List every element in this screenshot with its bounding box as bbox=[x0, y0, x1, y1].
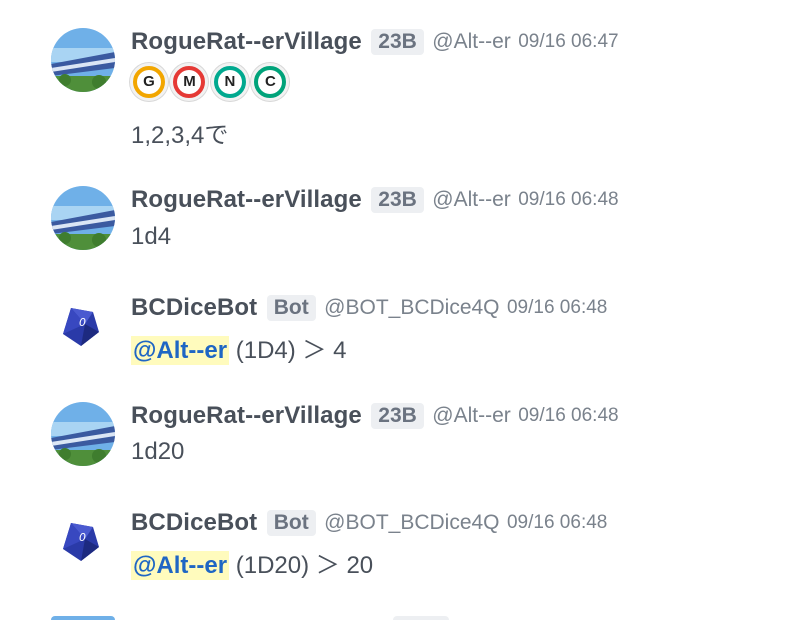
message-header: BCDiceBot Bot @BOT_BCDice4Q 09/16 06:48 bbox=[131, 509, 607, 541]
message-text: @Alt--er (1D20) ＞ 20 bbox=[131, 545, 373, 580]
timestamp: 09/16 06:48 bbox=[518, 189, 619, 210]
stamp-n[interactable]: N bbox=[210, 63, 249, 101]
user-mention[interactable]: @Alt--er bbox=[131, 551, 230, 580]
author-name[interactable]: BCDiceBot bbox=[131, 294, 257, 321]
message-text: 1d4 bbox=[131, 223, 172, 250]
user-avatar[interactable] bbox=[51, 402, 115, 466]
author-name[interactable]: RogueRat--erVillage bbox=[131, 402, 362, 429]
tag-partial bbox=[393, 616, 449, 620]
stamp-g[interactable]: G bbox=[130, 63, 168, 101]
dice-icon: 0 bbox=[63, 523, 99, 561]
stamp-m-letter: M bbox=[177, 70, 202, 94]
grade-tag: 23B bbox=[371, 29, 424, 55]
message-header: RogueRat--erVillage 23B @Alt--er 09/16 0… bbox=[131, 402, 619, 434]
dice-result: (1D20) ＞ 20 bbox=[229, 552, 374, 579]
svg-text:0: 0 bbox=[79, 531, 86, 544]
author-name[interactable]: BCDiceBot bbox=[131, 509, 257, 536]
user-avatar[interactable] bbox=[51, 186, 115, 250]
grade-tag: 23B bbox=[371, 187, 424, 213]
stamp-c-letter: C bbox=[258, 70, 283, 94]
user-avatar[interactable] bbox=[51, 28, 115, 92]
message-header: RogueRat--erVillage 23B @Alt--er 09/16 0… bbox=[131, 28, 619, 60]
author-handle[interactable]: @BOT_BCDice4Q bbox=[324, 296, 499, 319]
user-mention[interactable]: @Alt--er bbox=[131, 336, 230, 365]
timestamp: 09/16 06:48 bbox=[506, 512, 608, 533]
svg-text:0: 0 bbox=[79, 316, 86, 329]
stamp-n-letter: N bbox=[217, 70, 242, 94]
stamp-m[interactable]: M bbox=[170, 63, 209, 101]
bot-tag: Bot bbox=[266, 510, 316, 536]
grade-tag: 23B bbox=[371, 403, 424, 429]
station-avatar-image bbox=[51, 28, 115, 92]
stamp-c[interactable]: C bbox=[251, 63, 290, 101]
author-handle[interactable]: @Alt--er bbox=[432, 188, 510, 211]
message-text: 1d20 bbox=[131, 438, 185, 465]
author-handle[interactable]: @Alt--er bbox=[432, 30, 510, 53]
bot-avatar[interactable]: 0 bbox=[51, 509, 115, 573]
dice-icon: 0 bbox=[63, 308, 99, 346]
stamp-row: G M N C bbox=[130, 63, 290, 103]
station-avatar-image bbox=[51, 186, 115, 250]
bot-tag: Bot bbox=[266, 295, 316, 321]
author-handle[interactable]: @BOT_BCDice4Q bbox=[324, 511, 499, 534]
message-header: RogueRat--erVillage 23B @Alt--er 09/16 0… bbox=[131, 186, 619, 218]
user-avatar[interactable] bbox=[51, 616, 115, 620]
station-avatar-image bbox=[51, 402, 115, 466]
timestamp: 09/16 06:48 bbox=[518, 405, 619, 426]
message-header: BCDiceBot Bot @BOT_BCDice4Q 09/16 06:48 bbox=[131, 294, 607, 326]
author-name[interactable]: RogueRat--erVillage bbox=[131, 28, 362, 55]
timestamp: 09/16 06:48 bbox=[506, 297, 608, 318]
stamp-g-letter: G bbox=[137, 70, 161, 94]
author-handle[interactable]: @Alt--er bbox=[432, 404, 510, 427]
bot-avatar[interactable]: 0 bbox=[51, 294, 115, 358]
message-text: 1,2,3,4で bbox=[131, 122, 229, 149]
dice-result: (1D4) ＞ 4 bbox=[229, 337, 347, 364]
author-name[interactable]: RogueRat--erVillage bbox=[131, 186, 362, 213]
timestamp: 09/16 06:47 bbox=[518, 31, 619, 52]
message-text: @Alt--er (1D4) ＞ 4 bbox=[131, 330, 346, 365]
